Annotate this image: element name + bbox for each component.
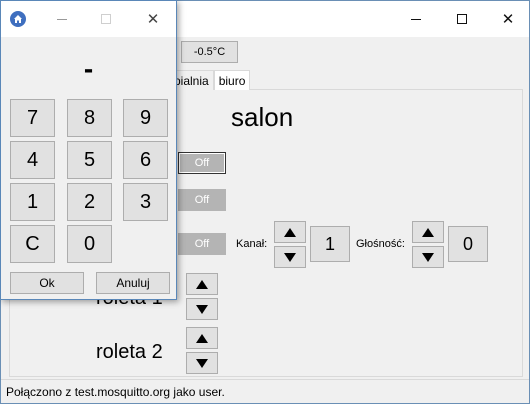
keypad-dialog: ✕ - 7 8 9 4 5 6 1 2 3 C 0 Ok Anuluj: [0, 0, 177, 300]
maximize-icon: [101, 14, 111, 24]
key-1[interactable]: 1: [10, 183, 55, 221]
key-4[interactable]: 4: [10, 141, 55, 179]
blind-2-label: roleta 2: [96, 341, 163, 363]
minimize-icon: [57, 18, 67, 20]
maximize-icon: [457, 14, 467, 24]
key-0[interactable]: 0: [67, 225, 112, 263]
tab-biuro[interactable]: biuro: [213, 70, 251, 90]
close-icon: ✕: [146, 9, 160, 28]
channel-down-button[interactable]: [274, 246, 306, 268]
arrow-down-icon: [196, 304, 208, 314]
volume-down-button[interactable]: [412, 246, 444, 268]
channel-value: 1: [310, 226, 350, 262]
status-bar: Połączono z test.mosquitto.org jako user…: [1, 379, 529, 403]
keypad-minimize-button[interactable]: [49, 1, 75, 37]
arrow-up-icon: [196, 279, 208, 289]
key-clear[interactable]: C: [10, 225, 55, 263]
key-6[interactable]: 6: [123, 141, 168, 179]
arrow-up-icon: [196, 333, 208, 343]
arrow-down-icon: [284, 252, 296, 262]
channel-label: Kanał:: [236, 238, 268, 250]
volume-value: 0: [448, 226, 488, 262]
close-icon: ✕: [501, 9, 515, 28]
key-8[interactable]: 8: [67, 99, 112, 137]
arrow-up-icon: [422, 227, 434, 237]
room-title: salon: [231, 102, 294, 132]
room-tabs: pialnia biuro: [169, 70, 251, 90]
minimize-icon: [411, 18, 421, 20]
temperature-button[interactable]: -0.5°C: [181, 41, 238, 63]
ok-button[interactable]: Ok: [10, 272, 84, 294]
keypad-display: -: [83, 53, 94, 84]
arrow-up-icon: [284, 227, 296, 237]
key-3[interactable]: 3: [123, 183, 168, 221]
blind-2-down-button[interactable]: [186, 352, 218, 374]
volume-up-button[interactable]: [412, 221, 444, 243]
key-9[interactable]: 9: [123, 99, 168, 137]
minimize-button[interactable]: [393, 1, 439, 37]
light-toggle-2[interactable]: Off: [178, 189, 226, 211]
keypad-maximize-button: [93, 1, 119, 37]
light-toggle-1[interactable]: Off: [178, 152, 226, 174]
blind-1-up-button[interactable]: [186, 273, 218, 295]
keypad-close-button[interactable]: ✕: [138, 1, 168, 37]
blind-2-up-button[interactable]: [186, 327, 218, 349]
key-2[interactable]: 2: [67, 183, 112, 221]
cancel-button[interactable]: Anuluj: [96, 272, 170, 294]
blind-1-down-button[interactable]: [186, 298, 218, 320]
desktop: ✕ -0.5°C pialnia biuro salon Off Off Off…: [0, 0, 530, 404]
home-icon: [10, 11, 26, 27]
volume-label: Głośność:: [356, 238, 405, 250]
key-7[interactable]: 7: [10, 99, 55, 137]
key-5[interactable]: 5: [67, 141, 112, 179]
arrow-down-icon: [196, 358, 208, 368]
maximize-button[interactable]: [439, 1, 485, 37]
channel-up-button[interactable]: [274, 221, 306, 243]
tv-toggle[interactable]: Off: [178, 233, 226, 255]
close-button[interactable]: ✕: [485, 1, 530, 37]
keypad-titlebar[interactable]: ✕: [1, 1, 176, 37]
arrow-down-icon: [422, 252, 434, 262]
